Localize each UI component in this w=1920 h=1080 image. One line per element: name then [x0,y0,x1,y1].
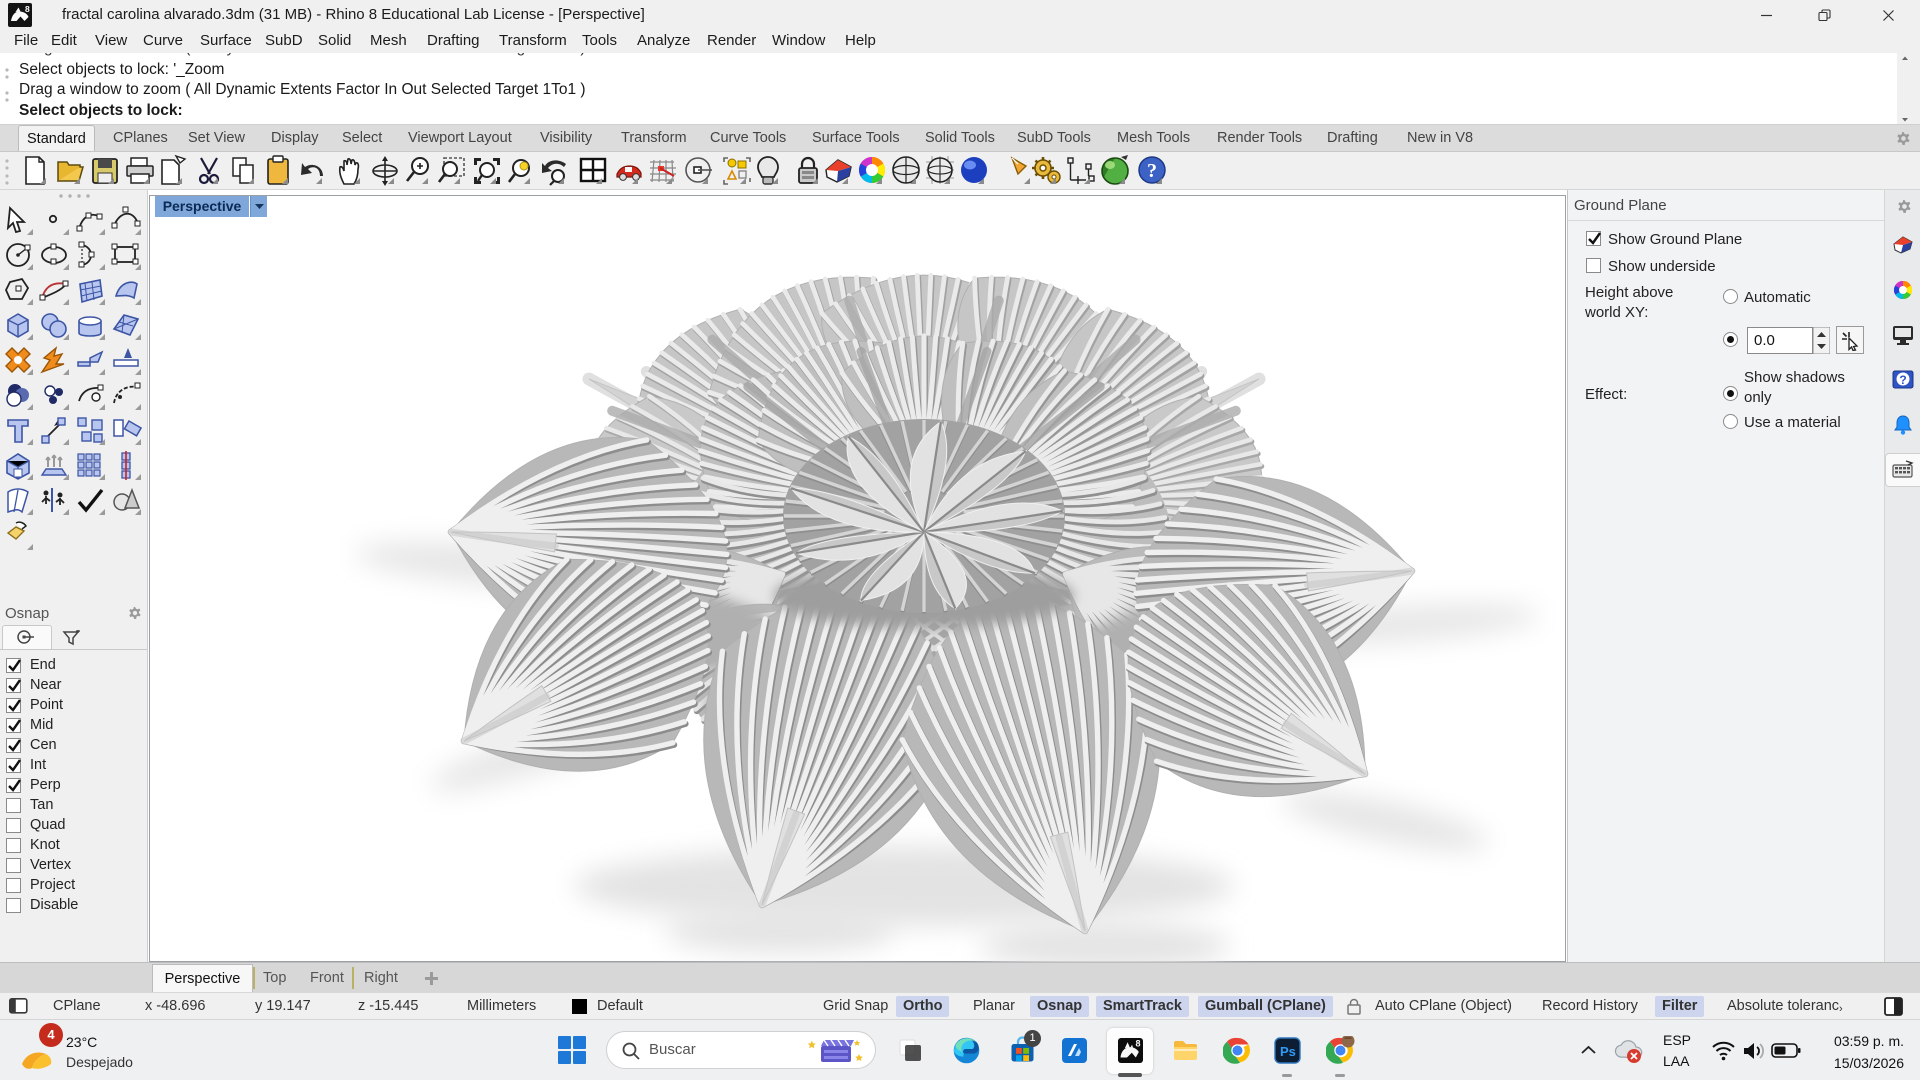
svg-text:8: 8 [1136,1039,1141,1049]
svg-text:Ps: Ps [1280,1044,1296,1059]
svg-text:?: ? [1147,160,1157,182]
svg-text:8: 8 [25,4,30,14]
svg-text:?: ? [1899,373,1906,387]
